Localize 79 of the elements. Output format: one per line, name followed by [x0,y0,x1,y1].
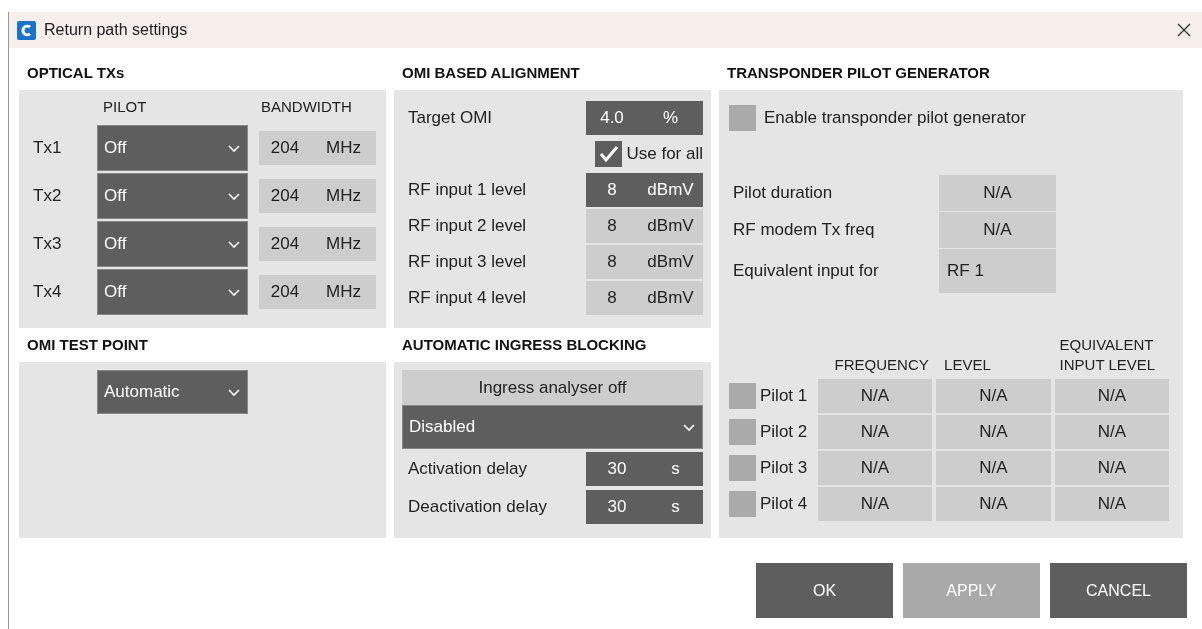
field-label: RF input 3 level [408,251,527,274]
pilot-dropdown[interactable]: Off [97,269,248,315]
pilot-dropdown[interactable]: Off [97,125,248,171]
field-label: RF input 2 level [408,215,527,238]
chevron-down-icon [682,422,696,432]
bandwidth-field: 204 MHz [259,275,376,309]
field-label: RF input 1 level [408,179,527,202]
column-header: FREQUENCY [833,354,930,374]
row-label: Tx3 [33,233,63,256]
delay-field[interactable]: 30 s [586,490,703,524]
window-title: Return path settings [44,20,188,40]
row-label: Tx4 [33,281,63,304]
chevron-down-icon [227,387,241,397]
table-cell: N/A [817,487,933,521]
pilot-checkbox[interactable] [729,455,756,481]
pilot-dropdown[interactable]: Off [97,173,248,219]
target-omi-field[interactable]: 4.0 % [586,101,703,135]
table-cell: N/A [1054,487,1169,521]
pilot-checkbox[interactable] [729,383,756,409]
section-heading: TRANSPONDER PILOT GENERATOR [726,62,991,83]
field-label: Activation delay [407,458,528,481]
table-cell: N/A [817,451,933,485]
table-cell: N/A [936,487,1051,521]
pilot-checkbox[interactable] [729,491,756,517]
enable-checkbox[interactable] [729,105,756,131]
field-label: Equivalent input for [733,260,880,283]
use-for-all-checkbox[interactable] [595,141,623,167]
level-field[interactable]: 8 dBmV [586,245,703,279]
section-heading: AUTOMATIC INGRESS BLOCKING [401,334,648,355]
value-field: N/A [939,175,1056,211]
section-heading: OMI BASED ALIGNMENT [401,62,581,83]
table-cell: N/A [936,415,1051,449]
dialog-button[interactable]: OK [756,563,893,618]
value-field: N/A [939,212,1056,248]
field-label: Deactivation delay [407,496,547,519]
pilot-checkbox[interactable] [729,419,756,445]
bandwidth-field: 204 MHz [259,227,376,261]
table-cell: N/A [1054,415,1169,449]
row-label: Tx1 [33,137,63,160]
level-field[interactable]: 8 dBmV [586,209,703,243]
table-cell: N/A [936,379,1051,413]
chevron-down-icon [227,287,241,297]
test-point-dropdown[interactable]: Automatic [97,370,248,414]
value-field: RF 1 [939,249,1056,293]
table-cell: N/A [1054,379,1169,413]
field-label: RF input 4 level [408,287,527,310]
chevron-down-icon [227,143,241,153]
level-field[interactable]: 8 dBmV [586,173,703,207]
column-header: PILOT [103,97,148,117]
table-cell: N/A [1054,451,1169,485]
column-header: BANDWIDTH [261,97,352,117]
row-label: Pilot 4 [760,493,809,516]
chevron-down-icon [227,239,241,249]
column-header: EQUIVALENT INPUT LEVEL [1058,335,1157,374]
column-header: LEVEL [943,354,992,374]
level-field[interactable]: 8 dBmV [586,281,703,315]
row-label: Pilot 3 [760,457,809,480]
dialog-button[interactable]: CANCEL [1050,563,1187,618]
status-field: Ingress analyser off [402,370,703,405]
table-cell: N/A [936,451,1051,485]
section-heading: OMI TEST POINT [26,334,149,355]
field-label: RF modem Tx freq [733,219,876,242]
chevron-down-icon [227,191,241,201]
section-heading: OPTICAL TXs [26,62,126,83]
checkbox-label: Use for all [626,143,703,166]
row-label: Pilot 2 [760,421,809,444]
row-label: Pilot 1 [760,385,809,408]
mode-dropdown[interactable]: Disabled [402,405,703,449]
row-label: Tx2 [33,185,63,208]
checkbox-label: Enable transponder pilot generator [764,107,1026,130]
bandwidth-field: 204 MHz [259,131,376,165]
field-label: Target OMI [408,107,493,130]
table-cell: N/A [817,379,933,413]
pilot-dropdown[interactable]: Off [97,221,248,267]
app-logo-icon [17,20,36,40]
bandwidth-field: 204 MHz [259,179,376,213]
table-cell: N/A [817,415,933,449]
field-label: Pilot duration [733,182,834,205]
delay-field[interactable]: 30 s [586,452,703,486]
